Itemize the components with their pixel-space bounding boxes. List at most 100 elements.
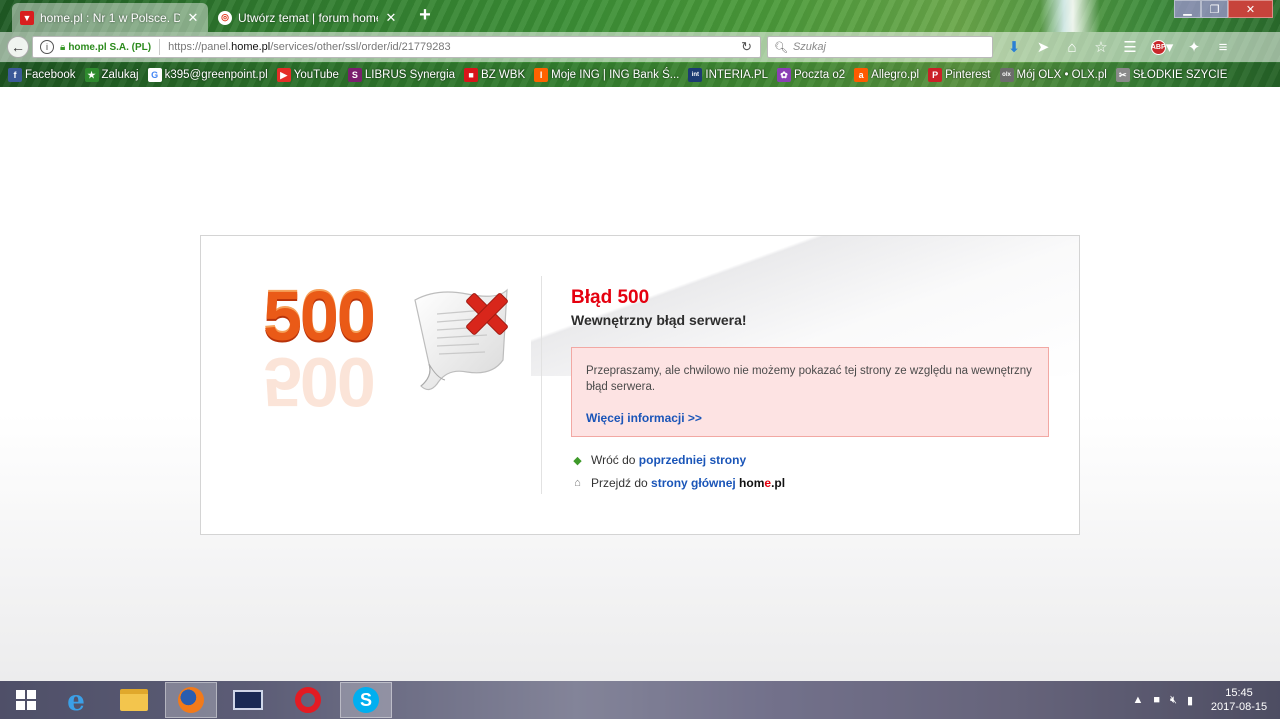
bookmark-item[interactable]: a Allegro.pl xyxy=(854,68,919,82)
bookmark-item[interactable]: f Facebook xyxy=(8,68,76,82)
forum-favicon-icon: ◎ xyxy=(218,10,232,25)
home-link-text: Przejdź do strony głównej home.pl xyxy=(591,476,786,490)
bookmarks-bar: f Facebook ★ Zalukaj Gk395@greenpoint.pl ▶ You… xyxy=(0,63,1280,87)
bookmark-item[interactable]: ▶ YouTube xyxy=(276,68,339,82)
document-error-icon xyxy=(414,288,508,391)
new-tab-button[interactable]: + xyxy=(415,5,435,25)
notification-icon[interactable]: ■ xyxy=(1153,694,1160,706)
bookmark-item[interactable]: Gk395@greenpoint.pl xyxy=(147,68,268,82)
search-input[interactable]: 🔍︎ Szukaj xyxy=(767,36,993,58)
homepage-link[interactable]: strony głównej home.pl xyxy=(651,476,785,490)
ing-icon: I xyxy=(534,68,549,82)
bookmark-item[interactable]: ✂ SŁODKIE SZYCIE xyxy=(1115,68,1227,82)
taskbar-file-explorer[interactable] xyxy=(108,682,160,718)
url-separator xyxy=(159,39,161,55)
home-pl-favicon-icon: ▼ xyxy=(20,10,34,25)
bookmark-star-icon[interactable]: ☆ xyxy=(1089,36,1113,58)
folder-icon xyxy=(120,689,148,711)
interia-icon: int xyxy=(688,68,703,82)
bookmark-item[interactable]: ■ BZ WBK xyxy=(464,68,525,82)
back-link-row: ◆ Wróć do poprzedniej strony xyxy=(571,453,746,467)
tab-home-pl[interactable]: ▼ home.pl : Nr 1 w Polsce. Do ✕ xyxy=(12,3,208,32)
bookmark-label: Facebook xyxy=(25,69,76,81)
close-tab-icon[interactable]: ✕ xyxy=(186,10,200,26)
bookmark-label: YouTube xyxy=(293,69,339,81)
clock[interactable]: 15:45 2017-08-15 xyxy=(1198,686,1280,714)
restore-button[interactable]: ❐ xyxy=(1201,0,1228,18)
tab-forum-home[interactable]: ◎ Utwórz temat | forum home ✕ xyxy=(210,3,406,32)
bookmark-item[interactable]: ★ Zalukaj xyxy=(84,68,139,82)
error-title: Błąd 500 xyxy=(571,287,650,308)
error-message-box: Przepraszamy, ale chwilowo nie możemy po… xyxy=(571,347,1049,437)
opera-icon xyxy=(295,687,321,713)
bookmark-label: Allegro.pl xyxy=(871,69,920,81)
clock-time: 15:45 xyxy=(1225,687,1253,699)
url-bar[interactable]: i 🔒︎ home.pl S.A. (PL) https://panel.hom… xyxy=(32,36,761,58)
taskbar-skype[interactable]: S xyxy=(340,682,392,718)
navigation-bar: ← i 🔒︎ home.pl S.A. (PL) https://panel.h… xyxy=(0,32,1280,62)
o2-icon: ✿ xyxy=(777,68,792,82)
bookmark-item[interactable]: P Pinterest xyxy=(928,68,991,82)
battery-icon[interactable]: ▮ xyxy=(1187,694,1193,707)
more-info-link[interactable]: Więcej informacji >> xyxy=(586,411,702,425)
bookmark-item[interactable]: ✿ Poczta o2 xyxy=(777,68,845,82)
url-text: https://panel.home.pl/services/other/ssl… xyxy=(168,41,451,53)
adblock-plus-icon[interactable]: ABP ▾ xyxy=(1147,36,1177,58)
error-card: 500 500 Błąd 500 Wewnętrzny błąd serwera… xyxy=(200,235,1080,535)
close-tab-icon[interactable]: ✕ xyxy=(384,10,398,26)
volume-icon[interactable]: 🔇︎ xyxy=(1170,694,1177,707)
search-icon: 🔍︎ xyxy=(774,41,788,54)
menu-icon[interactable]: ≡ xyxy=(1211,36,1235,58)
back-button[interactable]: ← xyxy=(7,36,29,58)
skype-icon: S xyxy=(353,687,379,713)
bookmark-item[interactable]: S LIBRUS Synergia xyxy=(347,68,456,82)
house-icon: ⌂ xyxy=(574,477,581,489)
bookmark-label: k395@greenpoint.pl xyxy=(164,69,268,81)
previous-page-link[interactable]: poprzedniej strony xyxy=(639,453,746,467)
taskbar-internet-explorer[interactable]: e xyxy=(50,682,102,718)
bookmark-label: Zalukaj xyxy=(101,69,139,81)
back-arrow-icon: ← xyxy=(11,39,25,55)
youtube-icon: ▶ xyxy=(276,68,291,82)
taskbar-firefox[interactable] xyxy=(165,682,217,718)
back-arrow-icon: ◆ xyxy=(573,454,582,467)
reload-icon[interactable]: ↻ xyxy=(741,39,752,55)
bookmark-label: LIBRUS Synergia xyxy=(364,69,456,81)
home-icon[interactable]: ⌂ xyxy=(1060,36,1084,58)
librus-icon: S xyxy=(347,68,362,82)
tab-strip: ▼ home.pl : Nr 1 w Polsce. Do ✕ ◎ Utwórz… xyxy=(0,0,1180,32)
bookmark-item[interactable]: I Moje ING | ING Bank Ś... xyxy=(534,68,679,82)
bookmark-item[interactable]: int INTERIA.PL xyxy=(688,68,768,82)
show-hidden-icons-icon[interactable]: ▲ xyxy=(1132,694,1143,706)
allegro-icon: a xyxy=(854,68,869,82)
reader-list-icon[interactable]: ☰ xyxy=(1118,36,1142,58)
page-content: 500 500 Błąd 500 Wewnętrzny błąd serwera… xyxy=(0,87,1280,681)
error-code-reflection: 500 xyxy=(263,343,374,421)
bookmark-label: Mój OLX • OLX.pl xyxy=(1016,69,1107,81)
error-message: Przepraszamy, ale chwilowo nie możemy po… xyxy=(586,365,1032,393)
minimize-button[interactable]: ▁ xyxy=(1174,0,1201,18)
site-info-icon[interactable]: i xyxy=(40,40,54,54)
back-link-text: Wróć do poprzedniej strony xyxy=(591,453,747,467)
taskbar-opera[interactable] xyxy=(282,682,334,718)
bookmark-item[interactable]: olx Mój OLX • OLX.pl xyxy=(999,68,1107,82)
facebook-icon: f xyxy=(8,68,22,82)
monitor-icon xyxy=(233,690,263,710)
bookmark-label: BZ WBK xyxy=(481,69,526,81)
windows-taskbar: e S ▲ ■ 🔇︎ ▮ 15:45 2017-08-15 xyxy=(0,681,1280,719)
bookmark-label: Poczta o2 xyxy=(794,69,846,81)
site-identity: home.pl S.A. (PL) xyxy=(68,41,152,53)
taskbar-lenovo[interactable] xyxy=(222,682,274,718)
firefox-icon xyxy=(178,687,204,713)
tab-title: home.pl : Nr 1 w Polsce. Do xyxy=(40,10,180,25)
close-window-button[interactable]: ✕ xyxy=(1228,0,1273,18)
toolbar-icons: ⬇ ➤ ⌂ ☆ ☰ ABP ▾ ✦ ≡ xyxy=(1002,36,1235,58)
windows-logo-icon xyxy=(16,690,36,710)
tab-title: Utwórz temat | forum home xyxy=(238,10,378,25)
start-button[interactable] xyxy=(0,682,52,718)
bookmark-label: Pinterest xyxy=(945,69,991,81)
clock-date: 2017-08-15 xyxy=(1210,701,1268,713)
extension-icon[interactable]: ✦ xyxy=(1182,36,1206,58)
send-icon[interactable]: ➤ xyxy=(1031,36,1055,58)
downloads-icon[interactable]: ⬇ xyxy=(1002,36,1026,58)
